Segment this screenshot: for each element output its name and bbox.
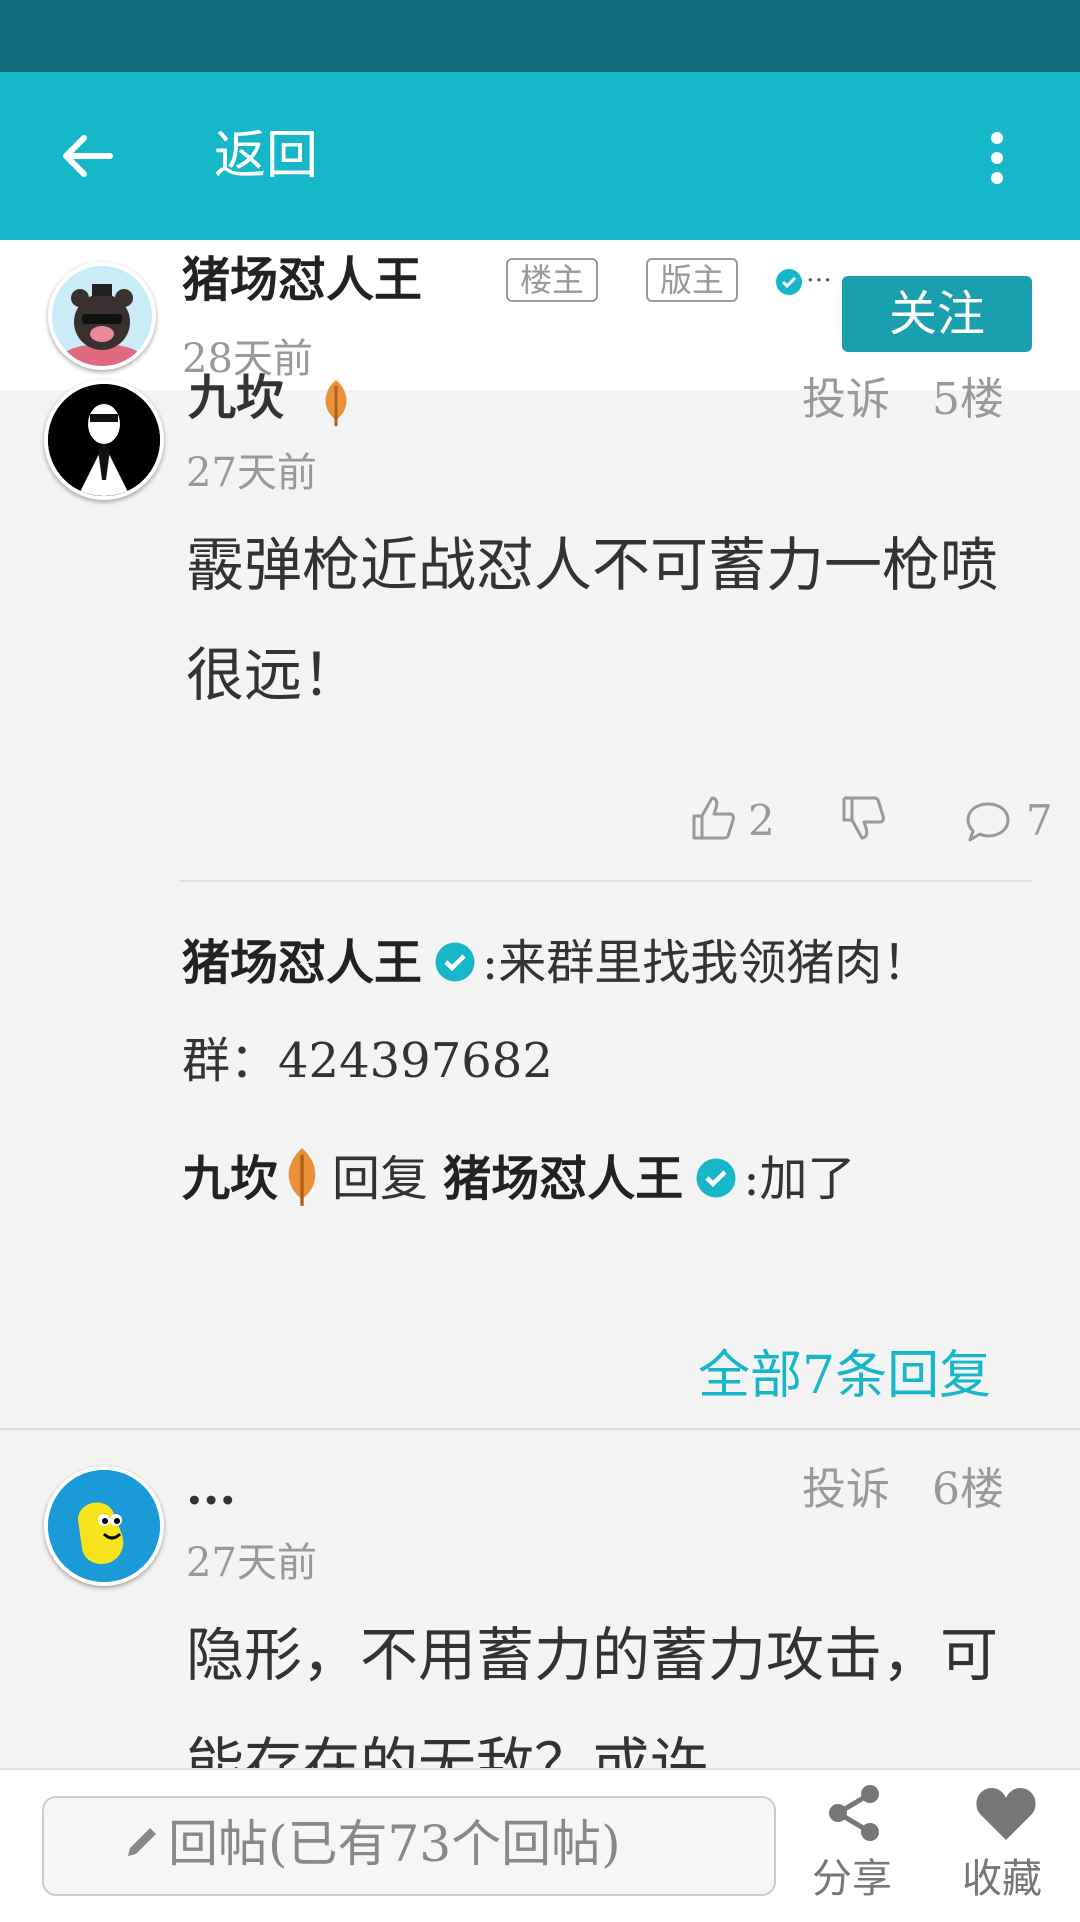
status-bar xyxy=(0,0,1080,72)
floor-number: 6楼 xyxy=(931,1464,1004,1515)
leaf-level-icon xyxy=(325,380,347,426)
floor5-username[interactable]: 九坎 xyxy=(188,370,284,426)
thumbs-down-icon[interactable] xyxy=(840,794,886,842)
moderator-tag-badge: 版主 xyxy=(646,258,739,302)
floor-divider xyxy=(0,1428,1080,1430)
comment-count: 7 xyxy=(1026,796,1053,845)
reply-item[interactable]: 猪场怼人王:来群里找我领猪肉！ 群：424397682 xyxy=(182,914,1022,1110)
reply-author[interactable]: 九坎 xyxy=(182,1151,278,1207)
back-arrow-icon[interactable] xyxy=(58,132,114,180)
floor5-avatar[interactable] xyxy=(44,380,164,500)
pencil-icon xyxy=(128,1828,156,1856)
op-avatar[interactable] xyxy=(48,262,156,370)
reply-word: 回复 xyxy=(332,1151,429,1207)
op-name-overflow: … xyxy=(806,258,832,288)
floor6-avatar[interactable] xyxy=(44,1466,164,1586)
op-tag-badge: 楼主 xyxy=(506,258,599,302)
suit-avatar-image xyxy=(48,384,160,496)
thumbs-up-icon[interactable] xyxy=(690,794,736,842)
verified-icon xyxy=(696,1158,736,1198)
floor6-timestamp: 27天前 xyxy=(186,1540,317,1586)
back-label[interactable]: 返回 xyxy=(214,124,318,188)
floor6-meta: 投诉 6楼 xyxy=(802,1462,1004,1518)
pig-avatar-image xyxy=(52,266,152,366)
report-link[interactable]: 投诉 xyxy=(802,374,890,425)
reply-item[interactable]: 九坎 回复 猪场怼人王 :加了 xyxy=(182,1130,1022,1228)
floor5-timestamp: 27天前 xyxy=(186,450,317,496)
share-label[interactable]: 分享 xyxy=(812,1854,892,1904)
more-vert-icon[interactable] xyxy=(982,130,1012,186)
follow-button[interactable]: 关注 xyxy=(842,276,1032,352)
reply-placeholder[interactable]: 回帖(已有73个回帖) xyxy=(168,1812,621,1876)
verified-icon xyxy=(776,269,802,295)
reply-target[interactable]: 猪场怼人王 xyxy=(443,1151,683,1207)
app-bar xyxy=(0,72,1080,240)
heart-icon[interactable] xyxy=(974,1786,1038,1842)
collect-label[interactable]: 收藏 xyxy=(962,1854,1042,1904)
comment-icon[interactable] xyxy=(964,800,1012,844)
cbeebies-avatar-image xyxy=(48,1470,160,1582)
floor-number: 5楼 xyxy=(931,374,1004,425)
divider xyxy=(180,880,1032,882)
share-icon[interactable] xyxy=(824,1782,884,1844)
report-link[interactable]: 投诉 xyxy=(802,1464,890,1515)
like-count: 2 xyxy=(748,796,775,845)
reply-author[interactable]: 猪场怼人王 xyxy=(182,935,422,991)
leaf-level-icon xyxy=(288,1148,316,1206)
verified-icon xyxy=(435,942,475,982)
floor5-content: 霰弹枪近战怼人不可蓄力一枪喷很远！ xyxy=(186,531,999,709)
all-replies-link[interactable]: 全部7条回复 xyxy=(698,1344,991,1408)
reply-text: :加了 xyxy=(743,1151,856,1207)
op-username[interactable]: 猪场怼人王 xyxy=(182,250,422,310)
floor5-meta: 投诉 5楼 xyxy=(802,372,1004,428)
floor6-username[interactable]: ... xyxy=(186,1460,236,1516)
